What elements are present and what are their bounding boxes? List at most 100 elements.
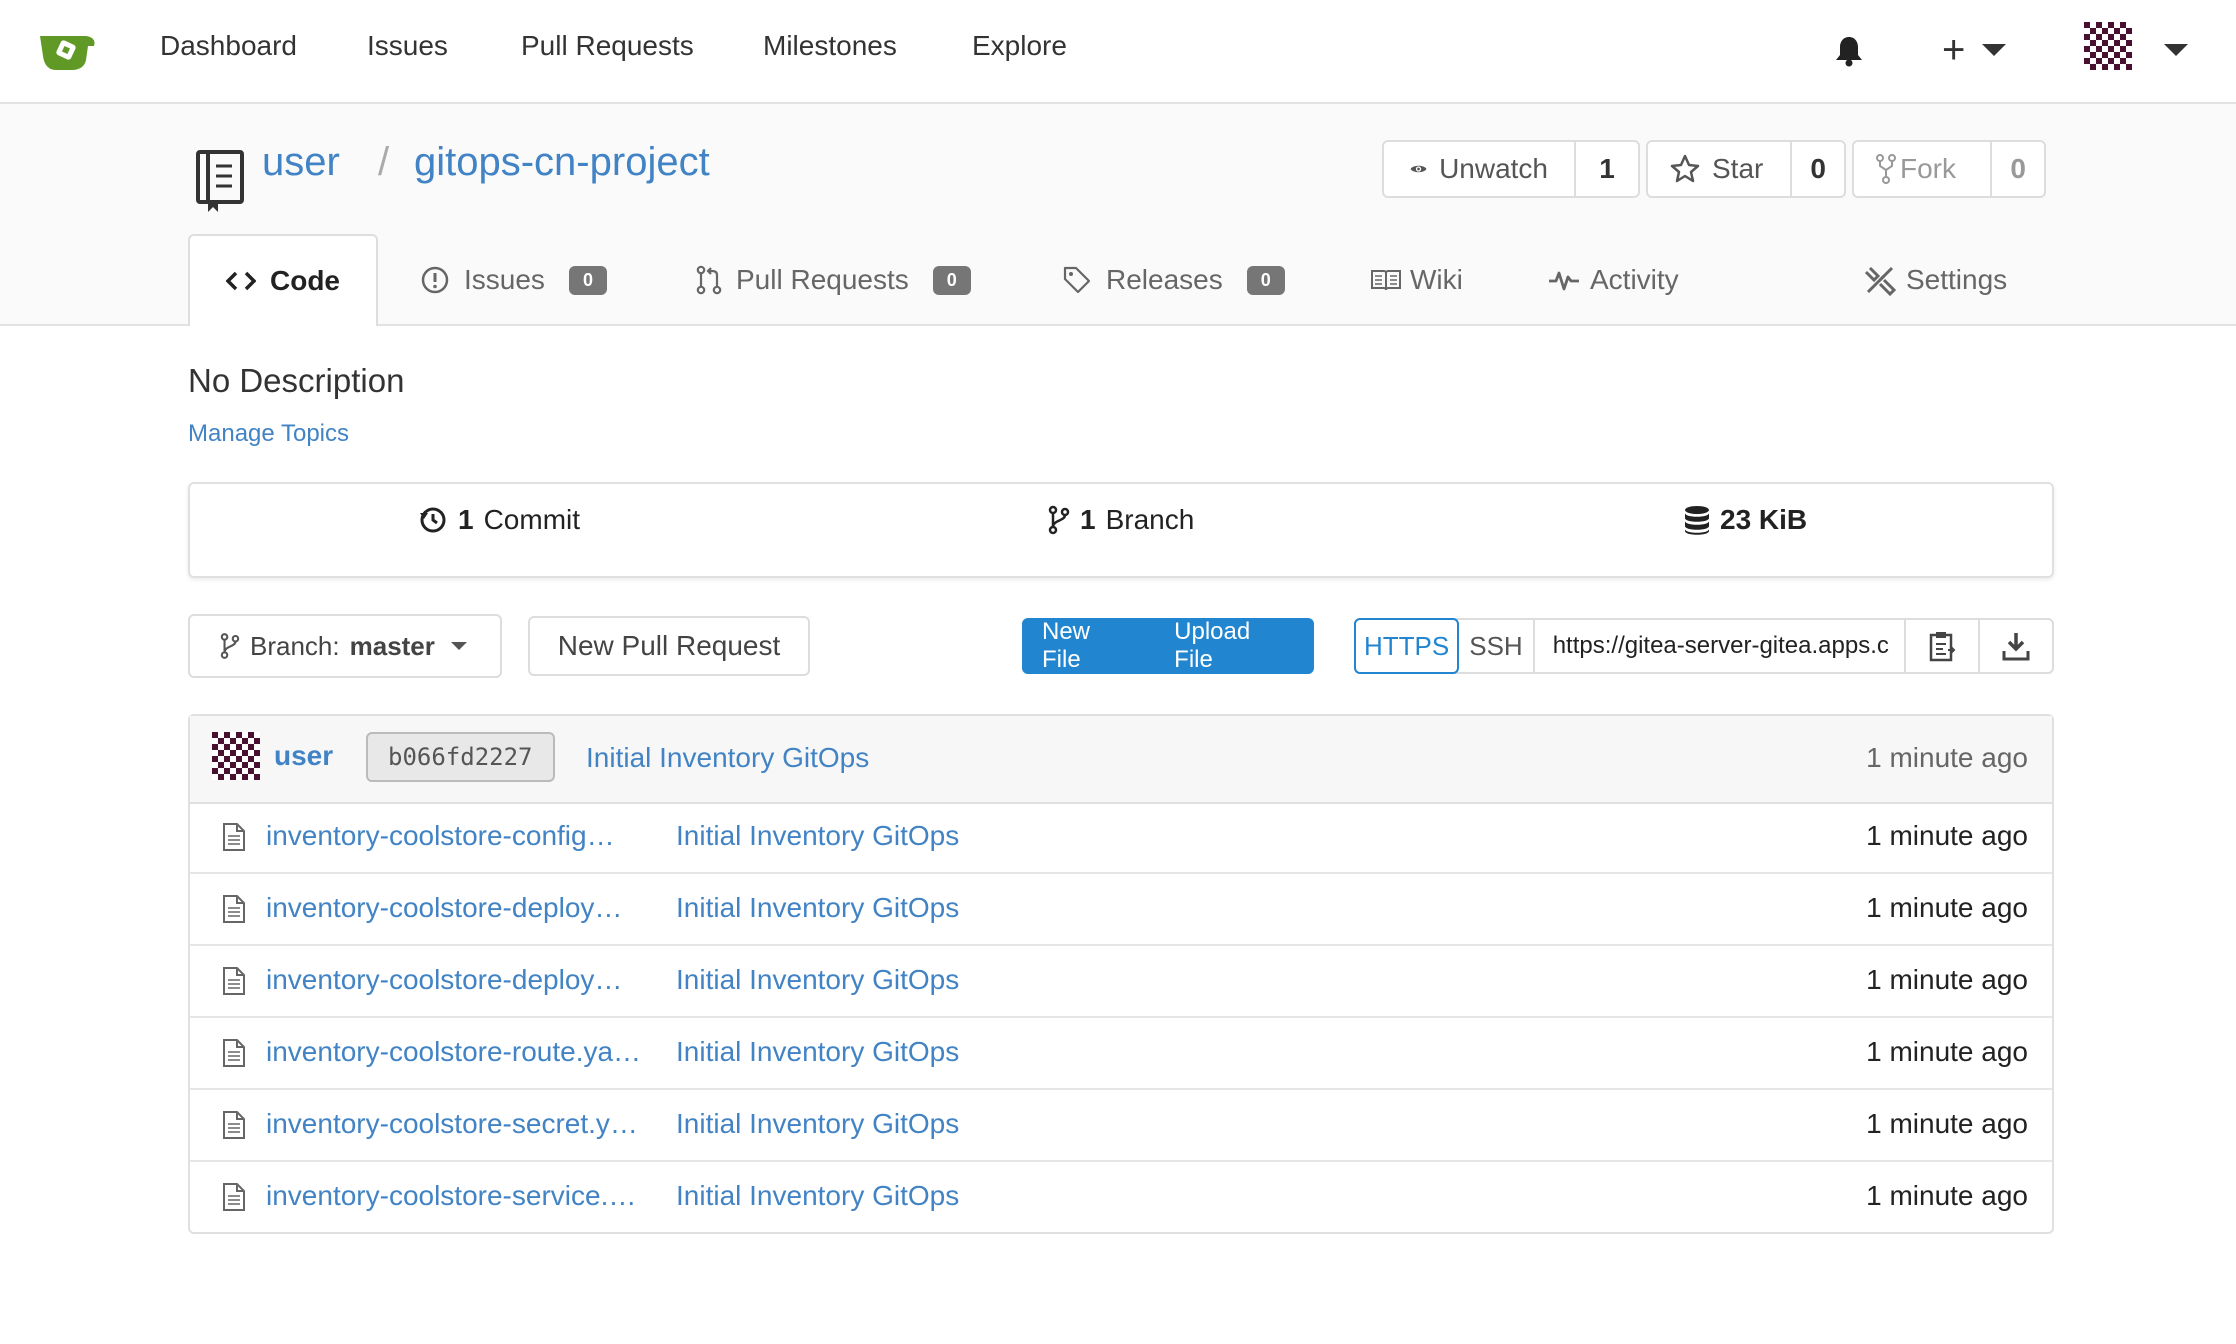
download-archive-button[interactable] — [1978, 620, 2052, 672]
file-actions-button-group: New File Upload File — [1022, 618, 1314, 674]
clone-url-input[interactable]: https://gitea-server-gitea.apps.c — [1535, 620, 1904, 672]
create-new-plus-icon[interactable]: + — [1942, 30, 1965, 70]
unwatch-button[interactable]: Unwatch — [1384, 142, 1574, 196]
clipboard-icon — [1929, 632, 1956, 662]
file-commit-message-link[interactable]: Initial Inventory GitOps — [676, 892, 959, 924]
pull-requests-count-badge: 0 — [932, 265, 971, 295]
branches-stat[interactable]: 1 Branch — [1048, 504, 1194, 536]
notification-bell-icon[interactable] — [1832, 34, 1866, 68]
fork-button-group: Fork 0 — [1852, 140, 2046, 198]
tab-releases[interactable]: Releases 0 — [1062, 234, 1285, 326]
repo-name-link[interactable]: gitops-cn-project — [414, 140, 710, 185]
file-icon — [223, 1111, 245, 1139]
commit-sha-button[interactable]: b066fd2227 — [366, 732, 555, 782]
size-stat: 23 KiB — [1684, 504, 1807, 536]
repo-book-icon — [196, 150, 244, 212]
file-commit-time: 1 minute ago — [1866, 892, 2028, 923]
fork-icon — [1876, 154, 1896, 184]
git-pull-request-icon — [696, 265, 722, 295]
commit-author-avatar[interactable] — [212, 732, 260, 780]
nav-dashboard[interactable]: Dashboard — [160, 30, 297, 62]
tab-pull-requests[interactable]: Pull Requests 0 — [696, 234, 971, 326]
tab-settings[interactable]: Settings — [1864, 234, 2007, 326]
issue-opened-icon — [421, 266, 449, 294]
file-row: inventory-coolstore-service.… Initial Inv… — [190, 1162, 2052, 1234]
ssh-clone-button[interactable]: SSH — [1459, 620, 1535, 672]
file-commit-message-link[interactable]: Initial Inventory GitOps — [676, 964, 959, 996]
unwatch-label: Unwatch — [1439, 153, 1548, 184]
file-list-table: user b066fd2227 Initial Inventory GitOps… — [188, 714, 2054, 1234]
tab-pull-requests-label: Pull Requests — [736, 264, 909, 295]
repo-header: user / gitops-cn-project Unwatch 1 Star … — [0, 104, 2236, 326]
repo-stats-bar: 1 Commit 1 Branch 23 KiB — [188, 482, 2054, 578]
git-branch-icon — [1048, 505, 1070, 535]
file-name-link[interactable]: inventory-coolstore-service.… — [266, 1180, 646, 1212]
create-menu-chevron-down-icon[interactable] — [1982, 44, 2006, 56]
upload-file-button[interactable]: Upload File — [1154, 618, 1314, 674]
https-clone-button[interactable]: HTTPS — [1354, 618, 1460, 674]
tab-activity[interactable]: Activity — [1548, 234, 1679, 326]
star-button-group: Star 0 — [1646, 140, 1846, 198]
file-row: inventory-coolstore-secret.y… Initial Inv… — [190, 1090, 2052, 1162]
branch-selector-dropdown[interactable]: Branch: master — [188, 614, 502, 678]
user-menu-chevron-down-icon[interactable] — [2164, 44, 2188, 56]
tab-releases-label: Releases — [1106, 264, 1223, 295]
commit-message-link[interactable]: Initial Inventory GitOps — [586, 742, 869, 774]
commits-stat[interactable]: 1 Commit — [418, 504, 580, 536]
nav-pull-requests[interactable]: Pull Requests — [521, 30, 694, 62]
tab-issues[interactable]: Issues 0 — [420, 234, 607, 326]
file-commit-message-link[interactable]: Initial Inventory GitOps — [676, 820, 959, 852]
commit-time: 1 minute ago — [1866, 742, 2028, 773]
file-commit-time: 1 minute ago — [1866, 964, 2028, 995]
git-branch-icon — [220, 633, 240, 659]
tools-icon — [1864, 266, 1896, 296]
copy-url-button[interactable] — [1904, 620, 1978, 672]
branches-label: Branch — [1105, 504, 1195, 535]
download-icon — [2002, 633, 2030, 661]
commit-author-link[interactable]: user — [274, 740, 333, 772]
tab-wiki[interactable]: Wiki — [1370, 234, 1463, 326]
clone-url-group: HTTPS SSH https://gitea-server-gitea.app… — [1354, 618, 2054, 674]
fork-button[interactable]: Fork — [1854, 142, 1990, 196]
file-name-link[interactable]: inventory-coolstore-deploy… — [266, 892, 646, 924]
new-file-button[interactable]: New File — [1022, 618, 1154, 674]
file-name-link[interactable]: inventory-coolstore-route.ya… — [266, 1036, 646, 1068]
nav-explore[interactable]: Explore — [972, 30, 1067, 62]
star-button[interactable]: Star — [1648, 142, 1790, 196]
tab-settings-label: Settings — [1906, 264, 2008, 295]
new-pull-request-button[interactable]: New Pull Request — [528, 616, 810, 676]
repo-path-separator: / — [378, 140, 390, 184]
file-icon — [223, 1039, 245, 1067]
file-icon — [223, 1183, 245, 1211]
repo-size: 23 KiB — [1720, 504, 1808, 535]
file-commit-time: 1 minute ago — [1866, 1036, 2028, 1067]
star-label: Star — [1712, 153, 1764, 184]
gitea-logo-icon[interactable] — [38, 30, 98, 72]
fork-count[interactable]: 0 — [1990, 142, 2044, 196]
nav-issues[interactable]: Issues — [367, 30, 448, 62]
file-commit-message-link[interactable]: Initial Inventory GitOps — [676, 1180, 959, 1212]
book-icon — [1371, 270, 1401, 291]
nav-milestones[interactable]: Milestones — [763, 30, 897, 62]
branches-count: 1 — [1080, 504, 1096, 535]
file-name-link[interactable]: inventory-coolstore-deploy… — [266, 964, 646, 996]
releases-count-badge: 0 — [1246, 265, 1285, 295]
commits-count: 1 — [458, 504, 474, 535]
commits-label: Commit — [483, 504, 581, 535]
tab-code[interactable]: Code — [188, 234, 378, 326]
file-name-link[interactable]: inventory-coolstore-secret.y… — [266, 1108, 646, 1140]
file-commit-message-link[interactable]: Initial Inventory GitOps — [676, 1108, 959, 1140]
repo-owner-link[interactable]: user — [262, 140, 340, 185]
file-row: inventory-coolstore-route.ya… Initial Inv… — [190, 1018, 2052, 1090]
branch-name: master — [349, 630, 435, 661]
watch-count[interactable]: 1 — [1574, 142, 1638, 196]
file-commit-message-link[interactable]: Initial Inventory GitOps — [676, 1036, 959, 1068]
manage-topics-link[interactable]: Manage Topics — [188, 420, 349, 448]
latest-commit-row: user b066fd2227 Initial Inventory GitOps… — [190, 716, 2052, 804]
file-name-link[interactable]: inventory-coolstore-config… — [266, 820, 646, 852]
user-avatar[interactable] — [2084, 22, 2132, 70]
star-count[interactable]: 0 — [1790, 142, 1844, 196]
fork-label: Fork — [1900, 153, 1956, 184]
file-icon — [223, 967, 245, 995]
tab-issues-label: Issues — [464, 264, 545, 295]
